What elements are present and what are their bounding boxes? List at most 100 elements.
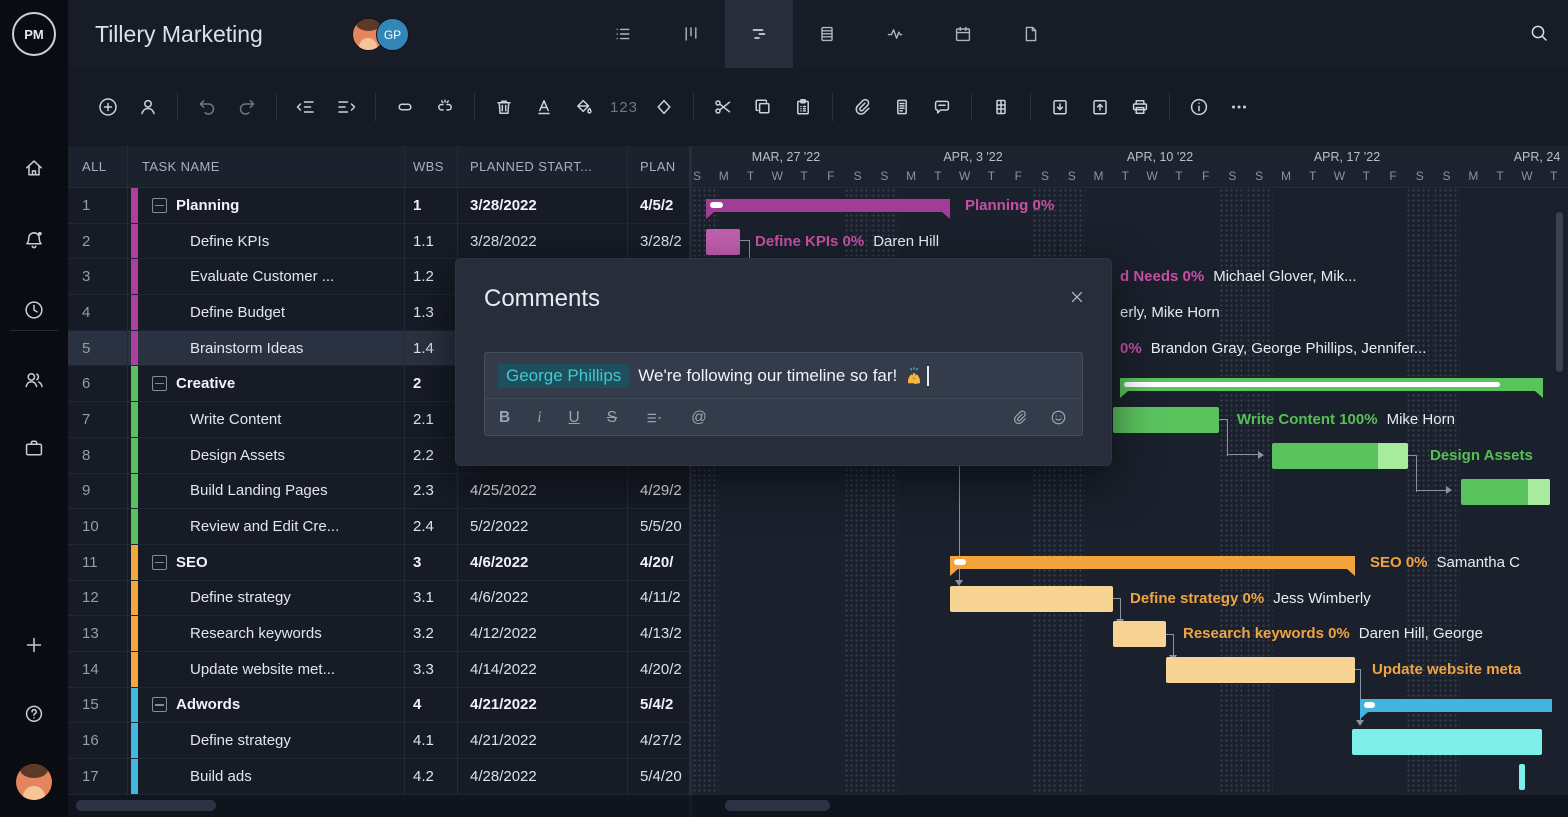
comment-icon[interactable] <box>922 87 962 127</box>
gantt-bar-row-6[interactable] <box>1120 378 1543 391</box>
italic-format-button[interactable]: i <box>537 409 541 427</box>
redo-icon[interactable] <box>227 87 267 127</box>
sidebar-item-team[interactable] <box>0 362 68 398</box>
mention-format-button[interactable]: @ <box>691 409 707 427</box>
app-logo[interactable]: PM <box>0 0 68 68</box>
gantt-bar-row-14[interactable] <box>1166 657 1355 683</box>
gantt-bar-row-8[interactable] <box>1272 443 1408 469</box>
task-row[interactable]: 11SEO34/6/20224/20/ <box>68 545 692 581</box>
avatar-initials[interactable]: GP <box>376 18 409 51</box>
milestone-icon[interactable] <box>644 87 684 127</box>
task-row[interactable]: 9Build Landing Pages2.34/25/20224/29/2 <box>68 474 692 510</box>
link-tasks-icon[interactable] <box>385 87 425 127</box>
export-icon[interactable] <box>1080 87 1120 127</box>
sidebar-item-help[interactable] <box>0 696 68 732</box>
more-icon[interactable] <box>1219 87 1259 127</box>
sidebar-item-recent[interactable] <box>0 292 68 328</box>
sidebar-item-home[interactable] <box>0 150 68 186</box>
tab-activity-view[interactable] <box>861 0 929 68</box>
fill-color-icon[interactable] <box>564 87 604 127</box>
dependency-line <box>1416 490 1449 491</box>
tab-sheet-view[interactable] <box>793 0 861 68</box>
close-icon[interactable] <box>1067 287 1087 307</box>
wbs-cell: 2.4 <box>405 509 458 544</box>
search-icon[interactable] <box>1528 22 1550 44</box>
task-row[interactable]: 17Build ads4.24/28/20225/4/20 <box>68 759 692 795</box>
underline-format-button[interactable]: U <box>569 409 580 427</box>
numbers-icon[interactable]: 123 <box>604 87 644 127</box>
tab-doc-view[interactable] <box>997 0 1065 68</box>
collapse-icon[interactable] <box>152 555 167 570</box>
tab-calendar-view[interactable] <box>929 0 997 68</box>
cut-icon[interactable] <box>703 87 743 127</box>
task-name: Write Content <box>128 411 281 428</box>
comment-message[interactable]: George Phillips We're following our time… <box>485 353 1082 399</box>
attachment-icon[interactable] <box>1010 408 1029 427</box>
undo-icon[interactable] <box>187 87 227 127</box>
gantt-bar-row-11[interactable] <box>950 556 1355 569</box>
collapse-icon[interactable] <box>152 198 167 213</box>
indent-icon[interactable] <box>326 87 366 127</box>
col-header-wbs[interactable]: WBS <box>405 146 458 187</box>
gantt-bar-row-1[interactable] <box>706 199 950 212</box>
bold-format-button[interactable]: B <box>499 409 510 427</box>
col-header-all[interactable]: ALL <box>68 146 128 187</box>
task-row[interactable]: 13Research keywords3.24/12/20224/13/2 <box>68 616 692 652</box>
print-icon[interactable] <box>1120 87 1160 127</box>
timeline-day-label: T <box>978 169 1004 183</box>
gantt-bar-row-2[interactable] <box>706 229 740 255</box>
gantt-bar-row-12[interactable] <box>950 586 1113 612</box>
task-label: Write Content 100% <box>1237 411 1378 428</box>
panel-splitter[interactable] <box>689 146 692 795</box>
assign-user-icon[interactable] <box>128 87 168 127</box>
task-row[interactable]: 1Planning13/28/20224/5/2 <box>68 188 692 224</box>
attachment-icon[interactable] <box>842 87 882 127</box>
col-header-planned-start[interactable]: PLANNED START... <box>458 146 628 187</box>
sidebar-item-add[interactable] <box>0 627 68 663</box>
sidebar-item-portfolio[interactable] <box>0 430 68 466</box>
delete-icon[interactable] <box>484 87 524 127</box>
gantt-bar-row-16[interactable] <box>1352 729 1542 755</box>
mention-chip[interactable]: George Phillips <box>498 364 629 388</box>
import-icon[interactable] <box>1040 87 1080 127</box>
task-row[interactable]: 15Adwords44/21/20225/4/2 <box>68 688 692 724</box>
columns-icon[interactable] <box>981 87 1021 127</box>
col-header-task-name[interactable]: TASK NAME <box>128 146 405 187</box>
outdent-icon[interactable] <box>286 87 326 127</box>
task-label: Research keywords 0% <box>1183 625 1350 642</box>
task-row[interactable]: 2Define KPIs1.13/28/20223/28/2 <box>68 224 692 260</box>
tab-list-view[interactable] <box>589 0 657 68</box>
copy-icon[interactable] <box>743 87 783 127</box>
gantt-bar-row-15[interactable] <box>1360 699 1552 712</box>
gantt-vscroll-thumb[interactable] <box>1556 212 1563 372</box>
notes-icon[interactable] <box>882 87 922 127</box>
gantt-bar-row-9[interactable] <box>1461 479 1550 505</box>
collapse-icon[interactable] <box>152 697 167 712</box>
profile-avatar[interactable] <box>16 764 52 800</box>
sidebar-item-profile[interactable] <box>0 764 68 800</box>
tab-gantt-view[interactable] <box>725 0 793 68</box>
paste-icon[interactable] <box>783 87 823 127</box>
tab-board-view[interactable] <box>657 0 725 68</box>
text-color-icon[interactable] <box>524 87 564 127</box>
task-row[interactable]: 14Update website met...3.34/14/20224/20/… <box>68 652 692 688</box>
table-hscroll-thumb[interactable] <box>76 800 216 811</box>
sidebar-item-notifications[interactable] <box>0 222 68 258</box>
gantt-bar-row-13[interactable] <box>1113 621 1166 647</box>
strikethrough-format-button[interactable]: S <box>607 409 617 427</box>
task-row[interactable]: 16Define strategy4.14/21/20224/27/2 <box>68 723 692 759</box>
task-row[interactable]: 10Review and Edit Cre...2.45/2/20225/5/2… <box>68 509 692 545</box>
list-format-button[interactable] <box>644 408 664 428</box>
emoji-smiley-icon[interactable] <box>1049 408 1068 427</box>
task-name: Adwords <box>176 696 240 713</box>
comment-input[interactable]: George Phillips We're following our time… <box>484 352 1083 436</box>
info-icon[interactable] <box>1179 87 1219 127</box>
collapse-icon[interactable] <box>152 376 167 391</box>
col-header-planned-end[interactable]: PLAN <box>628 146 692 187</box>
gantt-bar-row-7[interactable] <box>1113 407 1219 433</box>
gantt-hscroll-thumb[interactable] <box>725 800 830 811</box>
unlink-tasks-icon[interactable] <box>425 87 465 127</box>
add-task-icon[interactable] <box>88 87 128 127</box>
task-row[interactable]: 12Define strategy3.14/6/20224/11/2 <box>68 581 692 617</box>
gantt-bar-row-17[interactable] <box>1519 764 1525 790</box>
